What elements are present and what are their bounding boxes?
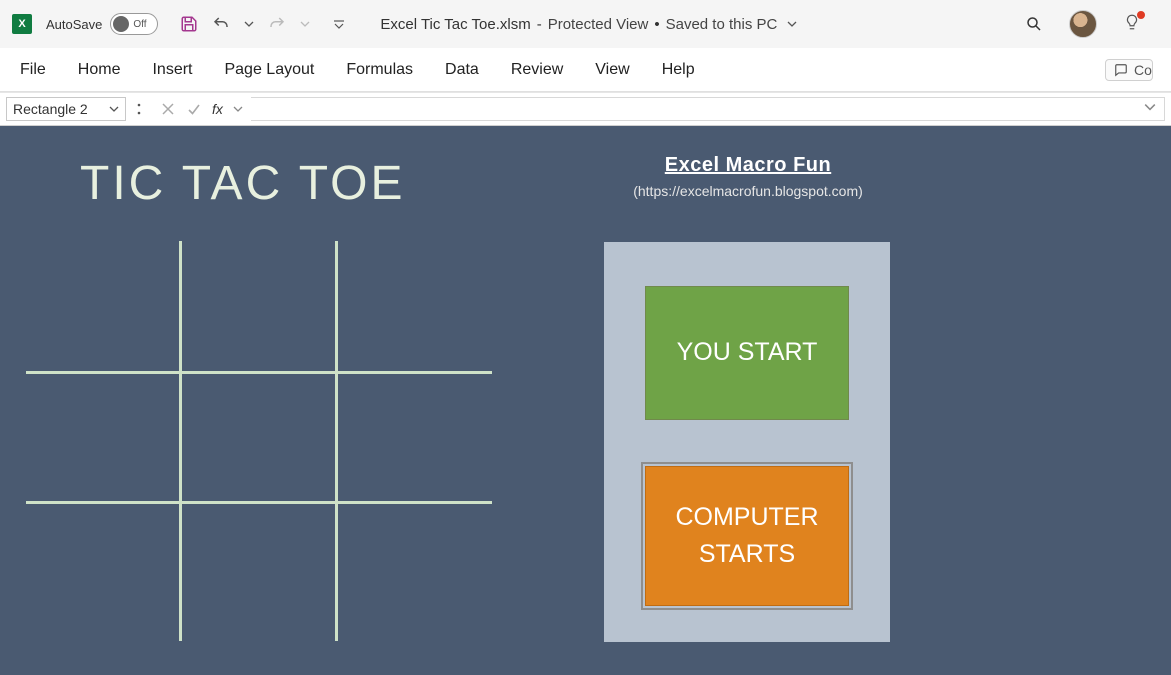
tic-tac-toe-board xyxy=(26,241,492,641)
user-avatar[interactable] xyxy=(1069,10,1097,38)
title-bar: X AutoSave Off Excel Tic Tac Toe.xlsm - … xyxy=(0,0,1171,48)
comments-button[interactable]: Comments xyxy=(1105,59,1153,81)
saved-status-label: Saved to this PC xyxy=(666,16,778,33)
document-title-group[interactable]: Excel Tic Tac Toe.xlsm - Protected View … xyxy=(380,16,797,33)
protected-view-label: Protected View xyxy=(548,16,649,33)
titlebar-right xyxy=(1025,10,1159,38)
name-box[interactable]: Rectangle 2 xyxy=(6,97,126,121)
tab-formulas[interactable]: Formulas xyxy=(344,57,415,83)
fx-dropdown-icon[interactable] xyxy=(233,104,243,114)
tab-review[interactable]: Review xyxy=(509,57,565,83)
save-icon[interactable] xyxy=(180,15,198,33)
formula-input-wrap xyxy=(251,97,1165,121)
redo-icon[interactable] xyxy=(268,15,286,33)
tab-file[interactable]: File xyxy=(18,57,48,83)
tab-help[interactable]: Help xyxy=(660,57,697,83)
board-cell-1-1[interactable] xyxy=(182,374,332,500)
autosave-state: Off xyxy=(133,19,146,30)
search-icon[interactable] xyxy=(1025,15,1043,33)
toggle-knob-icon xyxy=(113,16,129,32)
worksheet-area: TIC TAC TOE Excel Macro Fun (https://exc… xyxy=(0,126,1171,675)
name-box-value: Rectangle 2 xyxy=(13,101,88,117)
autosave-toggle[interactable]: Off xyxy=(110,13,158,35)
comments-label: Comments xyxy=(1134,62,1153,78)
computer-starts-button[interactable]: COMPUTER STARTS xyxy=(645,466,849,606)
separator: - xyxy=(537,16,542,33)
cancel-icon[interactable] xyxy=(160,101,176,117)
undo-icon[interactable] xyxy=(212,15,230,33)
formula-bar: Rectangle 2 fx xyxy=(0,92,1171,126)
redo-dropdown-icon[interactable] xyxy=(300,19,310,29)
control-panel: YOU START COMPUTER STARTS xyxy=(604,242,890,642)
computer-starts-label: COMPUTER STARTS xyxy=(646,499,848,574)
board-cell-2-0[interactable] xyxy=(26,504,176,630)
quick-access-toolbar xyxy=(180,15,348,33)
ribbon-tabs: File Home Insert Page Layout Formulas Da… xyxy=(0,48,1171,92)
tab-insert[interactable]: Insert xyxy=(150,57,194,83)
notification-dot-icon xyxy=(1137,11,1145,19)
bullet: • xyxy=(654,16,659,33)
board-cell-0-2[interactable] xyxy=(338,241,488,367)
board-cell-1-2[interactable] xyxy=(338,374,488,500)
excel-logo-icon: X xyxy=(12,14,32,34)
source-link-url: (https://excelmacrofun.blogspot.com) xyxy=(604,183,892,199)
name-box-options-icon[interactable] xyxy=(130,97,148,121)
enter-icon[interactable] xyxy=(186,101,202,117)
insert-function-icon[interactable]: fx xyxy=(212,101,223,117)
formula-input[interactable] xyxy=(257,101,1144,117)
source-link-title[interactable]: Excel Macro Fun xyxy=(604,154,892,177)
source-link-block: Excel Macro Fun (https://excelmacrofun.b… xyxy=(604,154,892,199)
qat-customize-icon[interactable] xyxy=(330,15,348,33)
tab-home[interactable]: Home xyxy=(76,57,123,83)
board-cell-2-2[interactable] xyxy=(338,504,488,630)
board-cell-0-1[interactable] xyxy=(182,241,332,367)
game-title: TIC TAC TOE xyxy=(80,156,406,211)
board-cell-2-1[interactable] xyxy=(182,504,332,630)
coming-soon-icon[interactable] xyxy=(1123,13,1141,36)
formula-expand-icon[interactable] xyxy=(1144,100,1158,118)
tab-view[interactable]: View xyxy=(593,57,631,83)
file-name: Excel Tic Tac Toe.xlsm xyxy=(380,16,530,33)
tab-data[interactable]: Data xyxy=(443,57,481,83)
you-start-button[interactable]: YOU START xyxy=(645,286,849,420)
name-box-dropdown-icon[interactable] xyxy=(109,104,119,114)
formula-bar-buttons: fx xyxy=(152,97,251,121)
tab-page-layout[interactable]: Page Layout xyxy=(222,57,316,83)
board-cell-0-0[interactable] xyxy=(26,241,176,367)
autosave-group: AutoSave Off xyxy=(46,13,158,35)
autosave-label: AutoSave xyxy=(46,17,102,32)
you-start-label: YOU START xyxy=(677,334,818,372)
title-dropdown-icon[interactable] xyxy=(787,19,797,29)
undo-dropdown-icon[interactable] xyxy=(244,19,254,29)
board-cell-1-0[interactable] xyxy=(26,374,176,500)
